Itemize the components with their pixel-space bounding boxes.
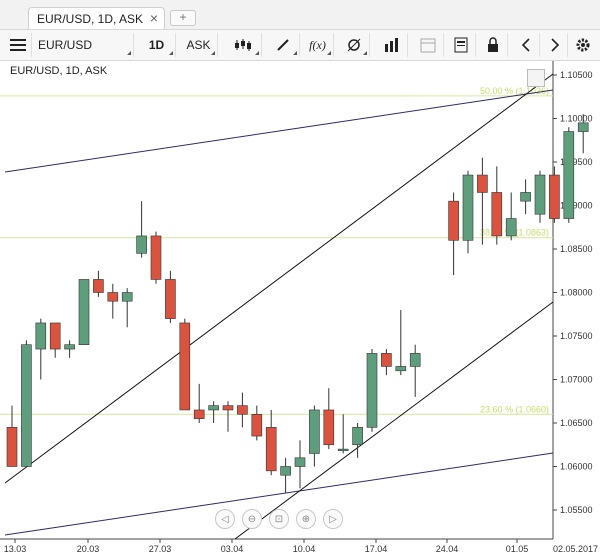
candle-body — [64, 344, 75, 350]
candle-body — [208, 405, 219, 411]
candle-body — [477, 174, 488, 193]
x-tick-label: 01.05 — [506, 544, 529, 554]
candle-body — [193, 409, 205, 419]
candle-body — [337, 448, 349, 451]
candle-body — [78, 279, 90, 345]
y-tick-label: 1.10500 — [560, 70, 593, 80]
y-tick-label: 1.06000 — [560, 462, 593, 472]
indicators-icon[interactable]: f(x) — [302, 33, 334, 57]
candle-body — [352, 427, 363, 446]
candle-body — [265, 427, 277, 472]
period-label: 1D — [148, 38, 165, 52]
candle-body — [49, 322, 61, 350]
y-tick-label: 1.10000 — [560, 114, 593, 124]
candle-body — [577, 122, 589, 132]
side-selector[interactable]: ASK — [180, 33, 218, 57]
symbol-selector[interactable]: EUR/USD — [34, 33, 134, 57]
candle-body — [366, 353, 378, 428]
y-tick-label: 1.05500 — [560, 505, 593, 515]
chart-title: EUR/USD, 1D, ASK — [10, 65, 108, 77]
chart-toolbar: EUR/USD 1D ASK f(x) — [0, 30, 600, 61]
symbol-label: EUR/USD — [38, 38, 93, 52]
zoom-out-icon[interactable]: ⊖ — [242, 509, 262, 529]
candle-body — [136, 235, 147, 254]
candle-body — [294, 457, 306, 467]
candle-body — [395, 366, 407, 372]
candle-body — [121, 292, 133, 302]
x-tick-label: 13.03 — [4, 544, 27, 554]
maximize-icon[interactable] — [527, 69, 545, 87]
candle-body — [563, 131, 575, 219]
y-tick-label: 1.07500 — [560, 331, 593, 341]
candle-body — [35, 322, 47, 350]
candle-body — [93, 279, 104, 293]
candle-body — [309, 409, 320, 454]
menu-icon[interactable] — [4, 33, 32, 57]
candle-body — [462, 174, 474, 241]
fib-level-label: 23.60 % (1.0660) — [480, 404, 549, 414]
chart-tab[interactable]: EUR/USD, 1D, ASK × — [28, 7, 165, 29]
y-tick-label: 1.08000 — [560, 288, 593, 298]
scroll-right-icon[interactable]: ▷ — [323, 509, 343, 529]
candle-body — [222, 405, 234, 411]
candle-body — [107, 292, 119, 302]
period-selector[interactable]: 1D — [138, 33, 176, 57]
chevron-left-icon[interactable] — [512, 33, 540, 57]
candle-body — [520, 192, 531, 202]
candle-body — [323, 409, 335, 446]
chart-type-icon[interactable] — [224, 33, 262, 57]
x-tick-label: 10.04 — [293, 544, 316, 554]
tab-bar: EUR/USD, 1D, ASK × + — [0, 0, 600, 30]
candle-body — [6, 427, 18, 467]
tab-title: EUR/USD, 1D, ASK — [37, 12, 144, 26]
template-icon[interactable] — [446, 33, 476, 57]
side-label: ASK — [186, 38, 211, 52]
new-tab-button[interactable]: + — [170, 10, 196, 26]
x-tick-label: 17.04 — [365, 544, 388, 554]
chevron-right-icon[interactable] — [542, 33, 568, 57]
candle-body — [165, 279, 176, 319]
fib-level-label: 50.00 % (1.1026) — [480, 86, 549, 96]
candle-body — [505, 218, 517, 237]
candle-body — [251, 413, 263, 437]
candle-body — [150, 235, 162, 280]
price-chart[interactable]: 1.10500 1.10000 1.09500 1.09000 1.08500 1.080… — [0, 61, 600, 555]
candle-body — [491, 192, 503, 237]
y-tick-label: 1.08500 — [560, 244, 593, 254]
lock-icon[interactable] — [478, 33, 508, 57]
chart-canvas[interactable]: 1.105001.100001.095001.090001.085001.080… — [0, 61, 600, 555]
candle-body — [549, 174, 560, 219]
candle-body — [381, 353, 392, 367]
reset-view-icon[interactable]: ⊡ — [269, 509, 289, 529]
x-tick-label: 27.03 — [149, 544, 172, 554]
x-tick-label: 24.04 — [436, 544, 459, 554]
magnet-icon[interactable] — [338, 33, 370, 57]
settings-gear-icon[interactable] — [570, 33, 596, 57]
candle-body — [409, 353, 421, 367]
candle-body — [280, 466, 291, 476]
candle-body — [448, 200, 459, 241]
y-tick-label: 1.06500 — [560, 418, 593, 428]
candle-body — [179, 322, 191, 411]
scroll-left-icon[interactable]: ◁ — [215, 509, 235, 529]
volume-icon[interactable] — [376, 33, 408, 57]
close-icon[interactable]: × — [150, 10, 158, 26]
draw-tool-icon[interactable] — [266, 33, 300, 57]
candle-body — [21, 344, 32, 467]
x-tick-label: 20.03 — [77, 544, 100, 554]
calendar-icon[interactable] — [412, 33, 444, 57]
zoom-in-icon[interactable]: ⊕ — [296, 509, 316, 529]
candle-body — [237, 405, 248, 415]
x-tick-label: 03.04 — [221, 544, 244, 554]
y-tick-label: 1.07000 — [560, 375, 593, 385]
candle-body — [534, 174, 546, 215]
x-last-date-label: 02.05.2017 — [553, 544, 598, 554]
